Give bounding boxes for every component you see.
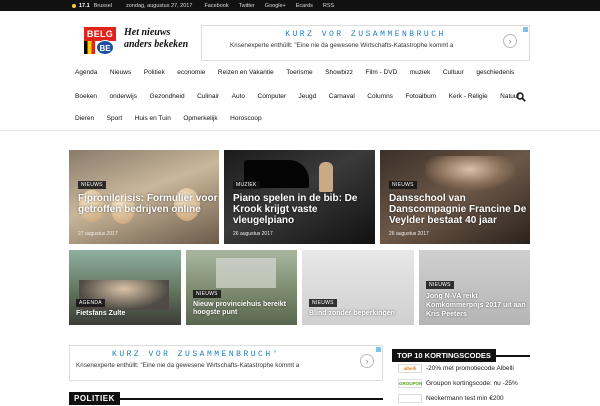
article-title[interactable]: Jong N-VA reikt Komkommerprijs 2017 uit … bbox=[426, 292, 530, 319]
nav-item-nieuws[interactable]: Nieuws bbox=[110, 69, 131, 76]
nav-item-toerisme[interactable]: Toerisme bbox=[286, 69, 312, 76]
nav-item-agenda[interactable]: Agenda bbox=[75, 69, 97, 76]
nav-item-geschiedenis[interactable]: geschiedenis bbox=[476, 69, 514, 76]
ad-text: Krisenexperte enthüllt: "Eine nie da gew… bbox=[76, 362, 300, 369]
featured-article-1[interactable]: NIEUWS Fipronilcrisis: Formulier voor ge… bbox=[69, 150, 219, 244]
rss-link[interactable]: RSS bbox=[323, 3, 334, 9]
category-badge[interactable]: NIEUWS bbox=[78, 181, 106, 189]
header-divider bbox=[0, 130, 600, 131]
article-title[interactable]: Piano spelen in de bib: De Krook krijgt … bbox=[233, 193, 375, 226]
nav-item-boeken[interactable]: Boeken bbox=[75, 93, 97, 100]
ad-title: KURZ VOR ZUSAMMENBRUCH bbox=[285, 30, 446, 39]
nav-item-reizen-en-vakantie[interactable]: Reizen en Vakantie bbox=[218, 69, 274, 76]
kortingscode-item[interactable]: GROUPON Groupon kortingscode: nu -25% bbox=[398, 379, 518, 388]
article-title[interactable]: Fietsfans Zulte bbox=[76, 310, 176, 318]
category-badge[interactable]: MUZIEK bbox=[233, 181, 260, 189]
nav-item-cultuur[interactable]: Cultuur bbox=[443, 69, 464, 76]
nav-item-carnaval[interactable]: Carnaval bbox=[329, 93, 355, 100]
nav-row-1: Agenda Nieuws Politiek economie Reizen en Va… bbox=[75, 69, 527, 76]
nav-row-3: Dieren Sport Huis en Tuin Opmerkelijk Horosc… bbox=[75, 115, 274, 122]
small-article-4[interactable]: NIEUWS Jong N-VA reikt Komkommerprijs 20… bbox=[419, 250, 530, 325]
tagline: Het nieuws anders bekeken bbox=[124, 27, 188, 51]
ecards-link[interactable]: Ecards bbox=[296, 3, 313, 9]
nav-item-showbizz[interactable]: Showbizz bbox=[325, 69, 353, 76]
nav-item-dieren[interactable]: Dieren bbox=[75, 115, 94, 122]
article-title[interactable]: Dansschool van Danscompagnie Francine De… bbox=[389, 193, 529, 226]
kortingscode-text[interactable]: Groupon kortingscode: nu -25% bbox=[426, 380, 518, 387]
pianist-image bbox=[319, 162, 333, 192]
nav-item-politiek[interactable]: Politiek bbox=[144, 69, 165, 76]
temperature: 17.1 bbox=[79, 2, 90, 9]
googleplus-link[interactable]: Google+ bbox=[265, 3, 286, 9]
chevron-right-icon[interactable]: › bbox=[503, 34, 517, 48]
kortingscode-item[interactable]: Neckermann test min €200 bbox=[398, 394, 504, 403]
article-date: 27 augustus 2017 bbox=[78, 231, 118, 237]
kortingscode-text[interactable]: Neckermann test min €200 bbox=[426, 395, 504, 402]
article-date: 26 augustus 2017 bbox=[233, 231, 273, 237]
nav-item-fotoalbum[interactable]: Fotoalbum bbox=[405, 93, 436, 100]
article-title[interactable]: Nieuw provinciehuis bereikt hoogste punt bbox=[193, 301, 293, 317]
nav-item-muziek[interactable]: muziek bbox=[410, 69, 431, 76]
city: Brussel bbox=[93, 2, 113, 9]
nav-item-horoscoop[interactable]: Horoscoop bbox=[230, 115, 261, 122]
small-article-1[interactable]: AGENDA Fietsfans Zulte bbox=[69, 250, 181, 325]
nav-item-huis-en-tuin[interactable]: Huis en Tuin bbox=[135, 115, 171, 122]
albelli-logo: albelli bbox=[398, 364, 422, 373]
featured-article-2[interactable]: MUZIEK Piano spelen in de bib: De Krook … bbox=[224, 150, 375, 244]
search-icon[interactable] bbox=[516, 92, 526, 102]
category-badge[interactable]: NIEUWS bbox=[309, 299, 337, 307]
category-badge[interactable]: NIEUWS bbox=[389, 181, 417, 189]
header-ad[interactable]: KURZ VOR ZUSAMMENBRUCH Krisenexperte ent… bbox=[201, 25, 530, 61]
featured-article-3[interactable]: NIEUWS Dansschool van Danscompagnie Fran… bbox=[380, 150, 530, 244]
section-title: TOP 10 KORTINGSCODES bbox=[392, 349, 496, 362]
sun-icon bbox=[72, 3, 76, 8]
store-logo bbox=[398, 394, 422, 403]
belgian-flag-icon bbox=[84, 41, 95, 54]
content-ad[interactable]: KURZ VOR ZUSAMMENBRUCH' Krisenexperte en… bbox=[69, 345, 383, 381]
article-date: 26 augustus 2017 bbox=[389, 231, 429, 237]
nav-item-jeugd[interactable]: Jeugd bbox=[299, 93, 317, 100]
nav-row-2: Boeken onderwijs Gezondheid Culinair Auto Com… bbox=[75, 93, 532, 100]
ad-text: Krisenexperte enthüllt: "Eine nie da gew… bbox=[230, 42, 454, 49]
category-badge[interactable]: NIEUWS bbox=[193, 290, 221, 298]
section-title: POLITIEK bbox=[69, 392, 120, 405]
nav-item-sport[interactable]: Sport bbox=[107, 115, 123, 122]
nav-item-gezondheid[interactable]: Gezondheid bbox=[150, 93, 185, 100]
section-header-politiek[interactable]: POLITIEK bbox=[69, 388, 383, 405]
small-article-3[interactable]: NIEUWS Blind zonder beperkingen bbox=[302, 250, 414, 325]
date: zondag, augustus 27, 2017 bbox=[126, 2, 193, 9]
kortingscode-text[interactable]: -20% met promotiecode Albelli bbox=[426, 365, 514, 372]
article-title[interactable]: Blind zonder beperkingen bbox=[309, 310, 409, 318]
nav-item-auto[interactable]: Auto bbox=[232, 93, 245, 100]
groupon-logo: GROUPON bbox=[398, 379, 423, 388]
nav-item-columns[interactable]: Columns bbox=[367, 93, 393, 100]
logo-be: BE bbox=[96, 40, 114, 55]
nav-item-opmerkelijk[interactable]: Opmerkelijk bbox=[183, 115, 217, 122]
nav-item-film-dvd[interactable]: Film - DVD bbox=[365, 69, 397, 76]
twitter-link[interactable]: Twitter bbox=[239, 3, 255, 9]
nav-item-economie[interactable]: economie bbox=[177, 69, 205, 76]
ad-title: KURZ VOR ZUSAMMENBRUCH' bbox=[112, 350, 280, 359]
chevron-right-icon[interactable]: › bbox=[360, 354, 374, 368]
tagline-line-1: Het nieuws bbox=[124, 27, 171, 38]
kortingscode-item[interactable]: albelli -20% met promotiecode Albelli bbox=[398, 364, 514, 373]
site-logo[interactable]: BELG BE bbox=[84, 27, 116, 55]
nav-item-onderwijs[interactable]: onderwijs bbox=[110, 93, 137, 100]
nav-item-culinair[interactable]: Culinair bbox=[197, 93, 219, 100]
building-image bbox=[216, 258, 276, 288]
section-header-top10: TOP 10 KORTINGSCODES bbox=[392, 345, 530, 362]
category-badge[interactable]: NIEUWS bbox=[426, 281, 454, 289]
nav-item-kerk-religie[interactable]: Kerk - Religie bbox=[449, 93, 488, 100]
facebook-link[interactable]: Facebook bbox=[204, 3, 228, 9]
small-article-2[interactable]: NIEUWS Nieuw provinciehuis bereikt hoogs… bbox=[186, 250, 297, 325]
tagline-line-2: anders bekeken bbox=[124, 39, 189, 50]
top-bar: 17.1 Brussel zondag, augustus 27, 2017 F… bbox=[0, 0, 600, 11]
article-title[interactable]: Fipronilcrisis: Formulier voor getroffen… bbox=[78, 193, 218, 215]
logo-belg: BELG bbox=[84, 27, 116, 41]
dancers-image bbox=[425, 156, 515, 190]
category-badge[interactable]: AGENDA bbox=[76, 299, 105, 307]
nav-item-computer[interactable]: Computer bbox=[258, 93, 287, 100]
